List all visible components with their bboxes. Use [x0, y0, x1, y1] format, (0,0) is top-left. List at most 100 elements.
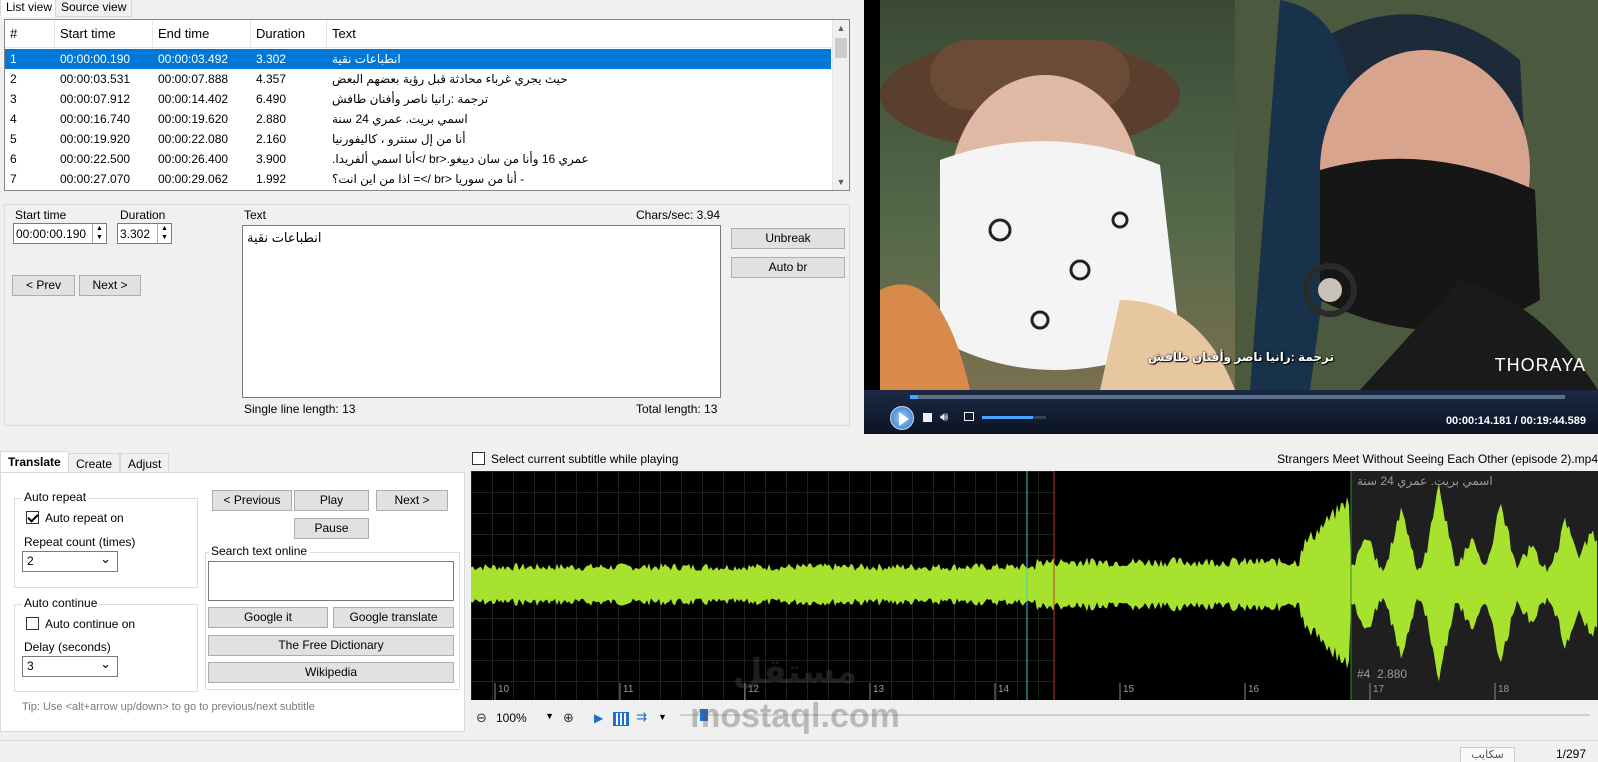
video-frame: ترجمة :رانيا ناصر وأفنان طافش THORAYA [880, 0, 1598, 390]
cell-num: 2 [10, 72, 17, 86]
tab-source-view[interactable]: Source view [55, 0, 133, 17]
time-tick-label: 16 [1248, 684, 1260, 695]
chars-per-sec: Chars/sec: 3.94 [636, 208, 721, 222]
select-current-label: Select current subtitle while playing [491, 452, 679, 466]
auto-repeat-checkbox[interactable]: Auto repeat on [26, 511, 124, 525]
auto-repeat-label: Auto repeat on [45, 511, 124, 525]
time-tick-label: 18 [1498, 684, 1510, 695]
table-row[interactable]: 5 00:00:19.920 00:00:22.080 2.160 أنا من إل … [5, 129, 831, 149]
tab-create[interactable]: Create [68, 453, 121, 473]
play-selection-icon[interactable]: ▶ [594, 711, 603, 725]
table-row[interactable]: 4 00:00:16.740 00:00:19.620 2.880 اسمي بريت.… [5, 109, 831, 129]
select-current-checkbox[interactable]: Select current subtitle while playing [472, 452, 678, 466]
table-row[interactable]: 3 00:00:07.912 00:00:14.402 6.490 ترجمة :ران… [5, 89, 831, 109]
cell-num: 1 [10, 52, 17, 66]
waveform-subtitle-info: #4 2.880 [1357, 667, 1408, 681]
search-online-input[interactable] [208, 561, 454, 601]
cell-start: 00:00:19.920 [60, 132, 131, 146]
cell-duration: 2.160 [256, 132, 287, 146]
repeat-count-select[interactable]: 2 [22, 549, 118, 572]
position-slider-thumb[interactable] [700, 709, 708, 721]
tab-list-view[interactable]: List view [0, 0, 59, 17]
cell-num: 3 [10, 92, 17, 106]
time-tick-label: 13 [873, 684, 885, 695]
google-it-button[interactable]: Google it [208, 607, 328, 628]
free-dictionary-button[interactable]: The Free Dictionary [208, 635, 454, 656]
seek-bar[interactable] [910, 395, 1565, 399]
table-row[interactable]: 6 00:00:22.500 00:00:26.400 3.900 عمري 16 وأ… [5, 149, 831, 169]
time-tick-label: 12 [748, 684, 760, 695]
volume-slider[interactable] [982, 416, 1046, 419]
col-header-start[interactable]: Start time [55, 20, 153, 48]
cell-end: 00:00:03.492 [158, 52, 229, 66]
table-row[interactable]: 7 00:00:27.070 00:00:29.062 1.992 - أنا من س… [5, 169, 831, 189]
cell-end: 00:00:22.080 [158, 132, 229, 146]
cell-text: عمري 16 وأنا من سان دييغو.<br />أنا اسمي… [332, 152, 589, 166]
search-online-title: Search text online [209, 544, 310, 558]
cell-duration: 4.357 [256, 72, 287, 86]
previous-button[interactable]: < Previous [212, 490, 292, 511]
cell-end: 00:00:29.062 [158, 172, 229, 186]
time-display: 00:00:14.181 / 00:19:44.589 [1445, 415, 1586, 427]
cell-duration: 1.992 [256, 172, 287, 186]
zoom-in-icon[interactable]: ⊕ [563, 710, 574, 726]
auto-continue-title: Auto continue [22, 596, 100, 610]
delay-label: Delay (seconds) [24, 640, 111, 654]
table-row[interactable]: 2 00:00:03.531 00:00:07.888 4.357 حيث يجري غ… [5, 69, 831, 89]
time-tick-label: 10 [498, 684, 510, 695]
grid-scrollbar[interactable]: ▲ ▼ [832, 20, 849, 190]
unbreak-button[interactable]: Unbreak [731, 228, 845, 249]
table-row[interactable]: 1 00:00:00.190 00:00:03.492 3.302 انطباعات ن… [5, 49, 831, 69]
time-tick-label: 15 [1123, 684, 1135, 695]
col-header-duration[interactable]: Duration [251, 20, 327, 48]
waveform-svg [471, 471, 1598, 700]
grid-header: # Start time End time Duration Text [5, 20, 831, 48]
duration-input[interactable]: 3.302 ▲ ▼ [117, 223, 172, 244]
video-player[interactable]: ترجمة :رانيا ناصر وأفنان طافش THORAYA 🔊︎… [864, 0, 1598, 434]
auto-continue-checkbox[interactable]: Auto continue on [26, 617, 135, 631]
subtitle-count: 1/297 [1556, 747, 1587, 761]
video-scene [880, 0, 1598, 390]
auto-br-button[interactable]: Auto br [731, 257, 845, 278]
start-time-input[interactable]: 00:00:00.190 ▲ ▼ [13, 223, 107, 244]
prev-button[interactable]: < Prev [12, 275, 75, 296]
cell-end: 00:00:19.620 [158, 112, 229, 126]
more-dropdown-icon[interactable]: ▼ [658, 712, 667, 722]
col-header-text[interactable]: Text [327, 20, 831, 48]
mute-icon[interactable]: 🔊︎ [940, 409, 948, 425]
cell-num: 4 [10, 112, 17, 126]
google-translate-button[interactable]: Google translate [333, 607, 454, 628]
col-header-end[interactable]: End time [153, 20, 251, 48]
cell-text: أنا من إل سنترو ، كاليفورنيا [332, 132, 466, 146]
fullscreen-icon[interactable] [964, 412, 974, 421]
cell-text: اسمي بريت. عمري 24 سنة [332, 112, 468, 126]
waveform-view[interactable]: اسمي بريت. عمري 24 سنة #4 2.880 10 11 12 13… [471, 471, 1598, 700]
zoom-select[interactable]: 100% ▼ [496, 711, 556, 729]
play-translate-button[interactable]: Play [294, 490, 369, 511]
time-tick-label: 17 [1373, 684, 1385, 695]
stop-button[interactable] [923, 413, 932, 422]
next-button[interactable]: Next > [79, 275, 141, 296]
cell-start: 00:00:03.531 [60, 72, 131, 86]
delay-select[interactable]: 3 [22, 654, 118, 677]
zoom-value: 100% [496, 711, 527, 725]
position-slider[interactable] [680, 709, 1590, 721]
spectrogram-icon[interactable] [613, 712, 629, 726]
subtitle-text-box[interactable]: انطباعات نقية [242, 225, 721, 398]
tab-adjust[interactable]: Adjust [120, 453, 170, 473]
cell-text: حيث يجري غرباء محادثة قبل رؤية بعضهم الب… [332, 72, 568, 86]
tab-translate[interactable]: Translate [0, 451, 69, 473]
total-length: Total length: 13 [636, 402, 718, 416]
zoom-out-icon[interactable]: ⊖ [476, 710, 487, 726]
skype-button[interactable]: سكايب [1460, 747, 1515, 762]
subtitle-grid[interactable]: # Start time End time Duration Text 1 00:… [4, 19, 850, 191]
auto-continue-label: Auto continue on [45, 617, 136, 631]
cell-duration: 6.490 [256, 92, 287, 106]
col-header-num[interactable]: # [5, 20, 55, 48]
pause-button[interactable]: Pause [294, 518, 369, 539]
play-button[interactable] [890, 406, 914, 430]
video-subtitle: ترجمة :رانيا ناصر وأفنان طافش [1148, 350, 1334, 364]
fast-forward-icon[interactable]: ⇉ [636, 709, 647, 725]
next-translate-button[interactable]: Next > [376, 490, 448, 511]
wikipedia-button[interactable]: Wikipedia [208, 662, 454, 683]
